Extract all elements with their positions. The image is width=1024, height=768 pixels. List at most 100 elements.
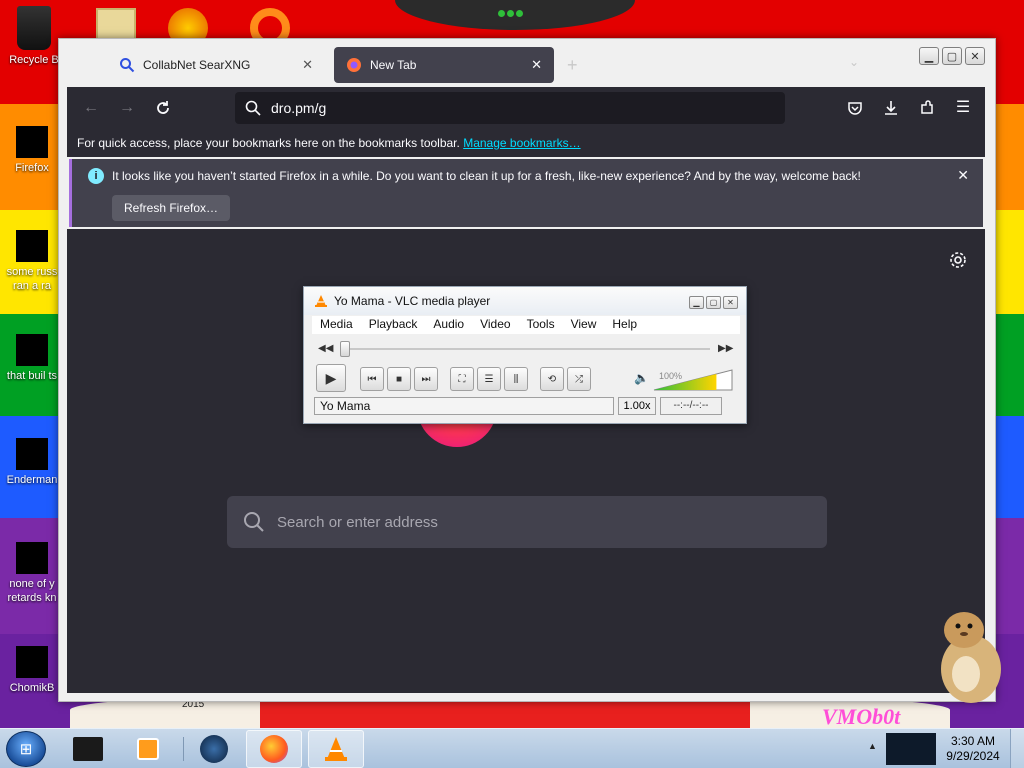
show-hidden-icons-arrow[interactable]: ▲ (868, 741, 877, 751)
menu-icon[interactable]: ☰ (951, 96, 975, 120)
maximize-button[interactable]: ▢ (942, 47, 962, 65)
rewind-icon[interactable]: ◀◀ (318, 343, 333, 354)
recycle-bin-icon (17, 6, 51, 50)
playlist-button[interactable]: ☰ (477, 367, 501, 391)
shuffle-button[interactable]: ⤮ (567, 367, 591, 391)
firefox-icon (16, 126, 48, 158)
close-icon[interactable]: ✕ (957, 167, 969, 184)
fullscreen-button[interactable]: ⛶ (450, 367, 474, 391)
navigation-toolbar: ← → dro.pm/g ☰ (67, 87, 985, 129)
hamster-image (941, 612, 1001, 703)
close-button[interactable]: ✕ (723, 296, 738, 309)
extensions-icon[interactable] (915, 96, 939, 120)
bookmarks-message: For quick access, place your bookmarks h… (77, 136, 460, 150)
pocket-icon[interactable] (843, 96, 867, 120)
desktop-icon-chomik[interactable]: ChomikB (0, 646, 64, 695)
gear-icon[interactable] (949, 251, 967, 272)
maximize-button[interactable]: ▢ (706, 296, 721, 309)
desktop-icon-folder[interactable]: that buil ts (0, 334, 64, 383)
menu-audio[interactable]: Audio (425, 316, 472, 334)
extended-settings-button[interactable]: ⫼ (504, 367, 528, 391)
fast-forward-icon[interactable]: ▶▶ (718, 343, 733, 354)
desktop-icon-enderman[interactable]: Enderman (0, 438, 64, 487)
taskbar-item-vlc[interactable] (308, 730, 364, 768)
search-icon (119, 57, 135, 73)
volume-percent: 100% (659, 371, 683, 381)
taskbar: ⊞ ▲ 3:30 AM 9/29/2024 (0, 728, 1024, 768)
start-button[interactable]: ⊞ (6, 731, 46, 767)
globe-icon (200, 735, 228, 763)
now-playing-label: Yo Mama (314, 397, 614, 415)
notification-message: It looks like you haven’t started Firefo… (112, 169, 861, 183)
menu-media[interactable]: Media (312, 316, 361, 334)
speaker-icon[interactable]: 🔈 (634, 371, 649, 385)
close-tab-icon[interactable]: ✕ (302, 57, 313, 73)
taskbar-item-media-player[interactable] (120, 730, 176, 768)
close-tab-icon[interactable]: ✕ (531, 57, 542, 73)
vlc-cone-icon (315, 295, 327, 307)
next-button[interactable]: ⏭ (414, 367, 438, 391)
clock-date: 9/29/2024 (946, 749, 1000, 763)
loop-button[interactable]: ⟲ (540, 367, 564, 391)
search-input[interactable]: Search or enter address (227, 496, 827, 548)
enderman-icon (16, 438, 48, 470)
back-button[interactable]: ← (79, 96, 103, 120)
vlc-menubar: Media Playback Audio Video Tools View He… (312, 316, 740, 334)
url-text: dro.pm/g (271, 100, 327, 116)
wallpaper-shape (260, 700, 750, 728)
vlc-title: Yo Mama - VLC media player (334, 294, 491, 308)
clock[interactable]: 3:30 AM 9/29/2024 (940, 734, 1006, 764)
menu-tools[interactable]: Tools (519, 316, 563, 334)
minimize-button[interactable]: ▁ (689, 296, 704, 309)
document-icon (16, 230, 48, 262)
menu-help[interactable]: Help (604, 316, 645, 334)
time-display[interactable]: --:--/--:-- (660, 397, 722, 415)
tab-strip: CollabNet SearXNG ✕ New Tab ✕ + ⌄ ▁ ▢ ✕ (59, 39, 995, 87)
taskbar-item-app[interactable] (60, 730, 116, 768)
close-button[interactable]: ✕ (965, 47, 985, 65)
seek-bar[interactable]: ◀◀ ▶▶ (318, 341, 734, 357)
clock-time: 3:30 AM (950, 734, 996, 748)
menu-playback[interactable]: Playback (361, 316, 426, 334)
file-icon (16, 542, 48, 574)
reload-button[interactable] (151, 96, 175, 120)
taskbar-item-firefox[interactable] (246, 730, 302, 768)
show-desktop-button[interactable] (1010, 729, 1024, 768)
tray-camera-icon[interactable] (886, 733, 936, 765)
seek-handle[interactable] (340, 341, 350, 357)
tab-new-tab[interactable]: New Tab ✕ (334, 47, 554, 83)
stop-button[interactable]: ■ (387, 367, 411, 391)
folder-icon (16, 334, 48, 366)
desktop-icon-none[interactable]: none of y retards kn (0, 542, 64, 605)
firefox-icon (346, 57, 362, 73)
search-icon (243, 511, 265, 533)
desktop-icon-doc[interactable]: some russ ran a ra (0, 230, 64, 293)
desktop-icon-firefox[interactable]: Firefox (0, 126, 64, 175)
refresh-firefox-button[interactable]: Refresh Firefox… (112, 195, 231, 221)
wallpaper-text: VMOb0t (822, 704, 901, 728)
vlc-cone-icon (325, 737, 347, 761)
playback-rate[interactable]: 1.00x (618, 397, 656, 415)
info-icon: i (88, 168, 104, 184)
downloads-icon[interactable] (879, 96, 903, 120)
tab-collabnet-searxng[interactable]: CollabNet SearXNG ✕ (107, 47, 325, 83)
taskbar-item-globe[interactable] (186, 730, 242, 768)
desktop-icon-recycle-bin[interactable]: Recycle B (2, 6, 66, 67)
manage-bookmarks-link[interactable]: Manage bookmarks… (463, 136, 580, 150)
url-bar[interactable]: dro.pm/g (235, 92, 785, 124)
forward-button[interactable]: → (115, 96, 139, 120)
play-button[interactable]: ▶ (316, 364, 346, 392)
bookmarks-toolbar: For quick access, place your bookmarks h… (67, 129, 985, 157)
search-icon (245, 100, 261, 116)
list-all-tabs-button[interactable]: ⌄ (849, 55, 859, 69)
app-icon (73, 737, 103, 761)
firefox-icon (260, 735, 288, 763)
minimize-button[interactable]: ▁ (919, 47, 939, 65)
refresh-notification: i It looks like you haven’t started Fire… (69, 159, 983, 227)
vlc-window: Yo Mama - VLC media player ▁ ▢ ✕ Media P… (303, 286, 747, 424)
menu-view[interactable]: View (563, 316, 605, 334)
new-tab-button[interactable]: + (567, 55, 578, 76)
previous-button[interactable]: ⏮ (360, 367, 384, 391)
menu-video[interactable]: Video (472, 316, 518, 334)
vlc-title-bar[interactable]: Yo Mama - VLC media player ▁ ▢ ✕ (304, 287, 746, 315)
